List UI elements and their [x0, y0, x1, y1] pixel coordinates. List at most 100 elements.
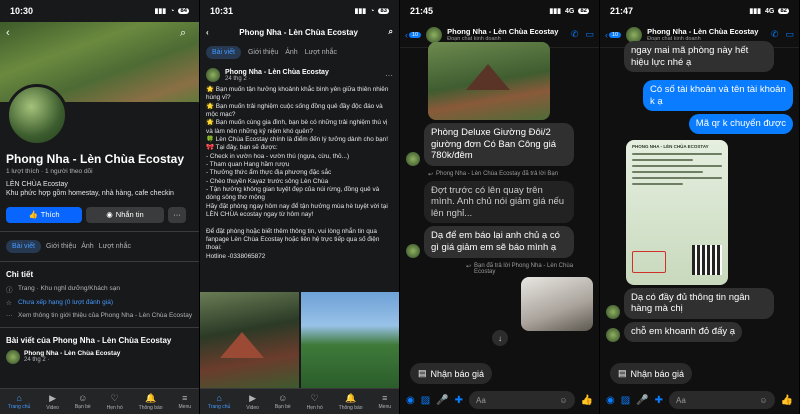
- search-icon[interactable]: ⌕: [180, 27, 194, 41]
- post-photo-bungalow[interactable]: [200, 292, 299, 388]
- detail-category: ⓘ Trang · Khu nghỉ dưỡng/Khách sạn: [6, 285, 120, 294]
- nav-home[interactable]: ⌂ Trang chủ: [8, 393, 30, 410]
- info-icon: ⓘ: [6, 286, 13, 294]
- page-tabs: Bài viết Giới thiệu Ảnh Lượt nhắc: [6, 239, 193, 253]
- message-out-qr[interactable]: Mã qr k chuyển được: [688, 114, 793, 134]
- message-button[interactable]: ◉ Nhắn tin: [86, 206, 164, 223]
- signal-icon: ▮▮▮: [154, 8, 167, 15]
- message-out-account[interactable]: Có số tài khoản và tên tài khoản k ạ: [643, 80, 793, 112]
- nav-notifications[interactable]: 🔔 Thông báo: [339, 393, 363, 411]
- image-icon[interactable]: ▨: [621, 395, 630, 406]
- nav-video[interactable]: ▶ Video: [246, 393, 259, 411]
- sticker-icon[interactable]: ✚: [655, 395, 663, 406]
- nav-home[interactable]: ⌂ Trang chủ: [208, 393, 230, 410]
- mic-icon[interactable]: 🎤: [436, 395, 448, 406]
- post-header[interactable]: Phong Nha - Lèn Chùa Ecostay 24 thg 2 · …: [206, 68, 393, 82]
- wifi-icon: ◔: [170, 7, 175, 15]
- detail-rating[interactable]: ☆ Chưa xếp hạng (0 lượt đánh giá): [6, 299, 193, 307]
- page-header: ‹ Phong Nha - Lèn Chùa Ecostay ⌕: [200, 22, 399, 42]
- camera-icon[interactable]: ◉: [606, 395, 615, 406]
- reply-icon: ↩: [466, 263, 472, 270]
- bell-icon: 🔔: [145, 392, 157, 403]
- tab-about[interactable]: Giới thiệu: [46, 243, 76, 250]
- message-offer[interactable]: Phòng Deluxe Giường Đôi/2 giường đơn Có …: [424, 123, 574, 166]
- page-stats: 1 lượt thích · 1 người theo dõi: [6, 168, 93, 175]
- back-button[interactable]: ‹ 10: [405, 30, 422, 40]
- phone-call-icon[interactable]: ✆: [571, 29, 579, 40]
- tab-posts[interactable]: Bài viết: [6, 239, 41, 253]
- profile-avatar[interactable]: [6, 84, 68, 146]
- bell-icon: 🔔: [345, 392, 357, 403]
- dots-icon: ···: [6, 311, 13, 319]
- post-photos[interactable]: [200, 292, 399, 388]
- status-bar: 21:45 ▮▮▮ 4G 82: [410, 6, 589, 16]
- quick-reply-chip[interactable]: ▤ Nhận báo giá: [410, 363, 493, 384]
- message-input[interactable]: Aa ☺: [669, 391, 775, 409]
- contact-avatar[interactable]: [426, 26, 443, 43]
- bottom-nav: ⌂ Trang chủ ▶ Video ☺ Bạn bè ♡ Hẹn hò 🔔 Thông…: [200, 388, 399, 414]
- bank-bill-image[interactable]: PHONG NHA - LÈN CHÙA ECOSTAY: [626, 139, 728, 285]
- status-bar: 21:47 ▮▮▮ 4G 82: [610, 6, 789, 16]
- camera-icon[interactable]: ◉: [406, 395, 415, 406]
- nav-friends[interactable]: ☺ Bạn bè: [275, 393, 291, 410]
- message-bank-info[interactable]: Dạ có đầy đủ thông tin ngân hàng mà chị: [624, 287, 774, 320]
- menu-icon: ≡: [382, 393, 388, 403]
- battery-level: 82: [578, 8, 589, 14]
- nav-dating[interactable]: ♡ Hẹn hò: [307, 393, 323, 411]
- search-icon[interactable]: ⌕: [389, 27, 393, 37]
- bio-title: LÈN CHÙA Ecostay: [6, 181, 68, 188]
- tab-photos[interactable]: Ảnh: [81, 243, 93, 250]
- more-button[interactable]: ···: [168, 206, 186, 223]
- status-time: 21:47: [610, 6, 634, 16]
- nav-menu[interactable]: ≡ Menu: [179, 393, 192, 410]
- page-title: Phong Nha - Lèn Chùa Ecostay: [6, 152, 185, 166]
- heart-icon: ♡: [310, 392, 319, 403]
- nav-notifications[interactable]: 🔔 Thông báo: [139, 393, 163, 411]
- like-icon[interactable]: 👍: [781, 395, 793, 406]
- tab-photos[interactable]: Ảnh: [285, 49, 297, 56]
- scroll-down-button[interactable]: ↓: [492, 330, 508, 346]
- friends-icon: ☺: [78, 393, 88, 403]
- wifi-icon: ◔: [370, 7, 375, 15]
- nav-menu[interactable]: ≡ Menu: [379, 393, 392, 410]
- mic-icon[interactable]: 🎤: [636, 395, 648, 406]
- status-bar: 10:30 ▮▮▮ ◔ 84: [0, 0, 199, 22]
- message-red-circle[interactable]: chỗ em khoanh đỏ đấy ạ: [624, 322, 743, 342]
- photo-attachment[interactable]: [521, 276, 593, 331]
- tab-mentions[interactable]: Lượt nhắc: [99, 243, 131, 250]
- sticker-icon[interactable]: ✚: [455, 395, 463, 406]
- detail-see-about[interactable]: ··· Xem thông tin giới thiệu của Phong Nh…: [6, 312, 193, 319]
- post-author[interactable]: Phong Nha - Lèn Chùa Ecostay 24 thg 2 ·: [6, 349, 193, 364]
- like-button[interactable]: 👍 Thích: [6, 206, 82, 223]
- video-icon: ▶: [49, 392, 57, 403]
- battery-level: 84: [178, 8, 189, 14]
- contact-name[interactable]: Phong Nha - Lèn Chùa Ecostay: [647, 27, 758, 36]
- page-title: Phong Nha - Lèn Chùa Ecostay: [239, 27, 358, 37]
- video-call-icon[interactable]: ▭: [585, 29, 594, 40]
- nav-friends[interactable]: ☺ Bạn bè: [75, 393, 91, 410]
- like-icon[interactable]: 👍: [581, 395, 593, 406]
- image-icon[interactable]: ▨: [421, 395, 430, 406]
- quoted-message[interactable]: Đợt trước có lên quay trên mình. Anh chủ…: [424, 180, 574, 224]
- red-circle-highlight: [632, 250, 666, 273]
- room-photo-message[interactable]: [428, 42, 550, 120]
- signal-icon: ▮▮▮: [749, 8, 761, 15]
- tab-mentions[interactable]: Lượt nhắc: [305, 49, 337, 56]
- message-expire[interactable]: ngay mai mã phòng này hết hiệu lực nhé ạ: [624, 41, 774, 73]
- message-reply[interactable]: Dạ để em báo lại anh chủ ạ có gì giá giả…: [424, 226, 574, 258]
- post-text: 🌟 Bạn muốn tận hưởng khoảnh khắc bình yê…: [206, 86, 389, 260]
- tab-about[interactable]: Giới thiệu: [248, 49, 278, 56]
- tab-posts[interactable]: Bài viết: [206, 46, 241, 59]
- back-icon[interactable]: ‹: [6, 27, 20, 41]
- message-input[interactable]: Aa ☺: [469, 391, 575, 409]
- post: Phong Nha - Lèn Chùa Ecostay 24 thg 2 · …: [200, 63, 399, 266]
- post-photo-landscape[interactable]: [300, 292, 399, 388]
- quick-reply-chip[interactable]: ▤ Nhận báo giá: [610, 363, 693, 384]
- battery-level: 82: [778, 8, 789, 14]
- status-time: 10:30: [10, 6, 34, 16]
- nav-video[interactable]: ▶ Video: [46, 393, 59, 411]
- more-icon[interactable]: ···: [385, 71, 393, 80]
- back-icon[interactable]: ‹: [206, 28, 209, 37]
- contact-name[interactable]: Phong Nha - Lèn Chùa Ecostay: [447, 27, 558, 36]
- nav-dating[interactable]: ♡ Hẹn hò: [107, 393, 123, 411]
